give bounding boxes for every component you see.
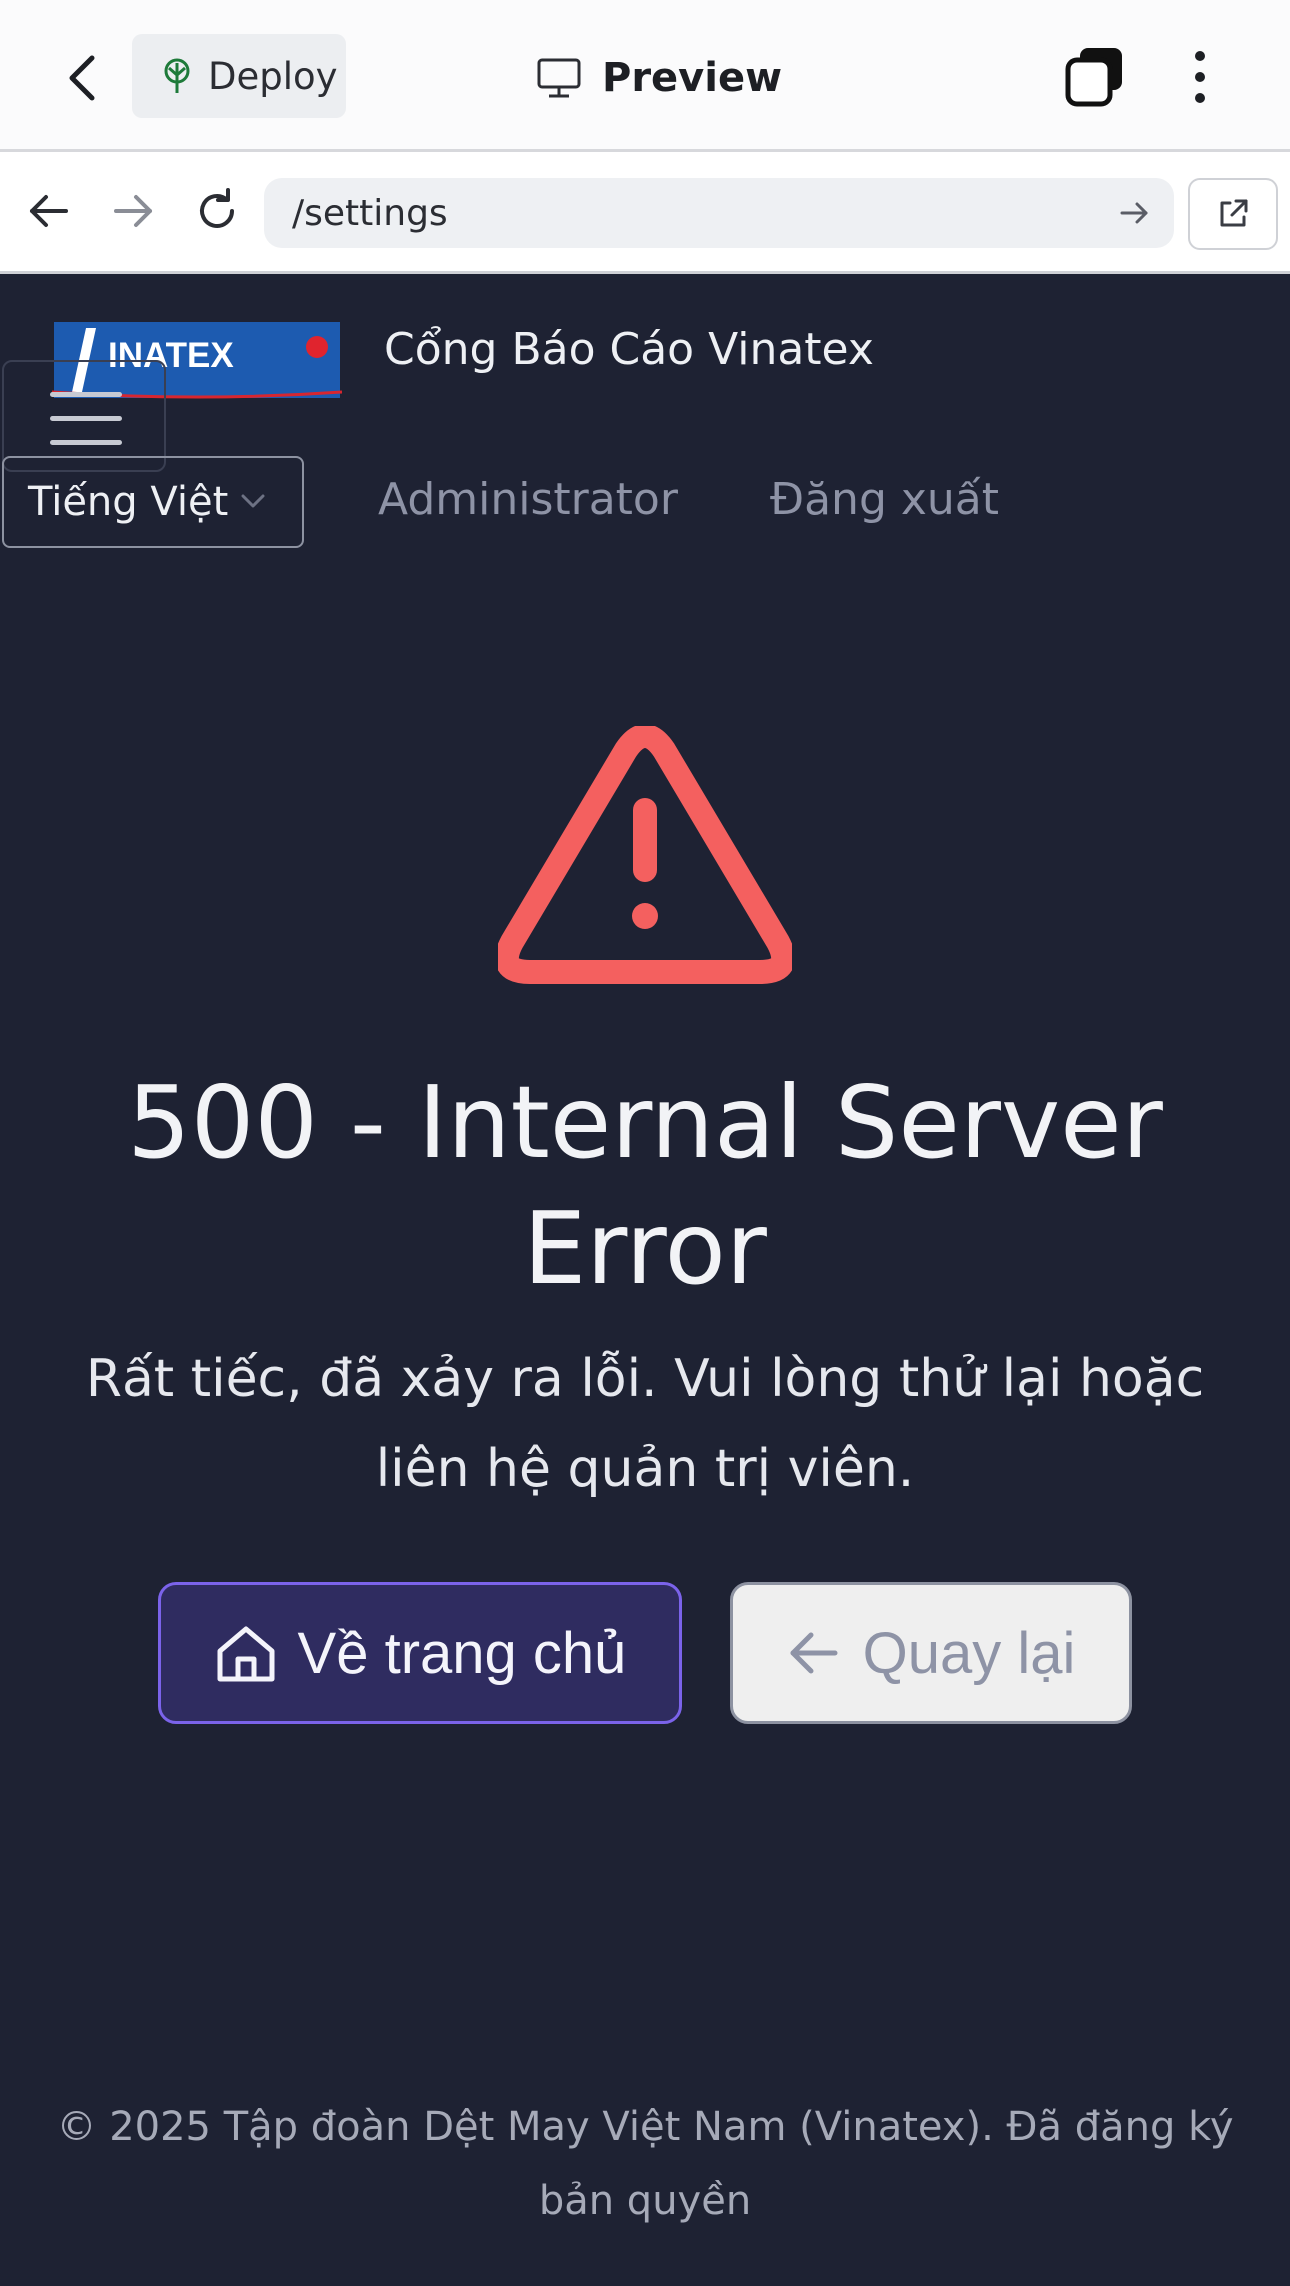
deploy-label: Deploy [208,54,338,98]
go-back-button[interactable]: Quay lại [730,1582,1132,1724]
hamburger-line [50,416,122,421]
site-title: Cổng Báo Cáo Vinatex [384,324,874,375]
browser-back-icon[interactable] [24,186,74,236]
hamburger-line [50,392,122,397]
deploy-tree-icon [164,58,190,93]
deploy-button[interactable]: Deploy [132,34,346,118]
tabs-switcher-icon[interactable] [1064,46,1126,108]
preview-label: Preview [602,55,783,101]
reload-icon[interactable] [192,186,242,236]
nav-link-administrator[interactable]: Administrator [378,474,678,525]
url-input[interactable]: /settings [264,178,1174,248]
warning-triangle-icon [498,726,792,984]
open-external-button[interactable] [1188,178,1278,250]
preview-title: Preview [536,50,782,106]
error-message: Rất tiếc, đã xảy ra lỗi. Vui lòng thử lạ… [85,1349,1205,1499]
back-chevron-icon[interactable] [60,50,110,106]
external-link-icon [1220,199,1248,227]
go-arrow-icon[interactable] [1118,196,1152,230]
chevron-down-icon [241,494,265,508]
home-icon [217,1626,275,1682]
copyright-footer: © 2025 Tập đoàn Dệt May Việt Nam (Vinate… [56,2104,1234,2224]
language-value: Tiếng Việt [28,479,229,525]
browser-url-bar: /settings [0,152,1290,274]
site-header: INATEX Cổng Báo Cáo Vinatex Tiếng Việt A… [0,274,1290,564]
home-button-label: Về trang chủ [297,1620,627,1686]
logo-red-dot [306,336,328,358]
arrow-left-icon [790,1632,838,1674]
error-title: 500 - Internal Server Error [127,1064,1163,1307]
nav-link-logout[interactable]: Đăng xuất [770,474,999,525]
monitor-icon [537,58,581,98]
app-top-bar: Deploy Preview [0,0,1290,152]
go-back-label: Quay lại [862,1620,1076,1686]
language-select[interactable]: Tiếng Việt [2,456,304,548]
url-text: /settings [292,192,448,234]
home-button[interactable]: Về trang chủ [158,1582,682,1724]
more-options-icon[interactable] [1180,46,1220,108]
hamburger-line [50,440,122,445]
browser-forward-icon[interactable] [108,186,158,236]
